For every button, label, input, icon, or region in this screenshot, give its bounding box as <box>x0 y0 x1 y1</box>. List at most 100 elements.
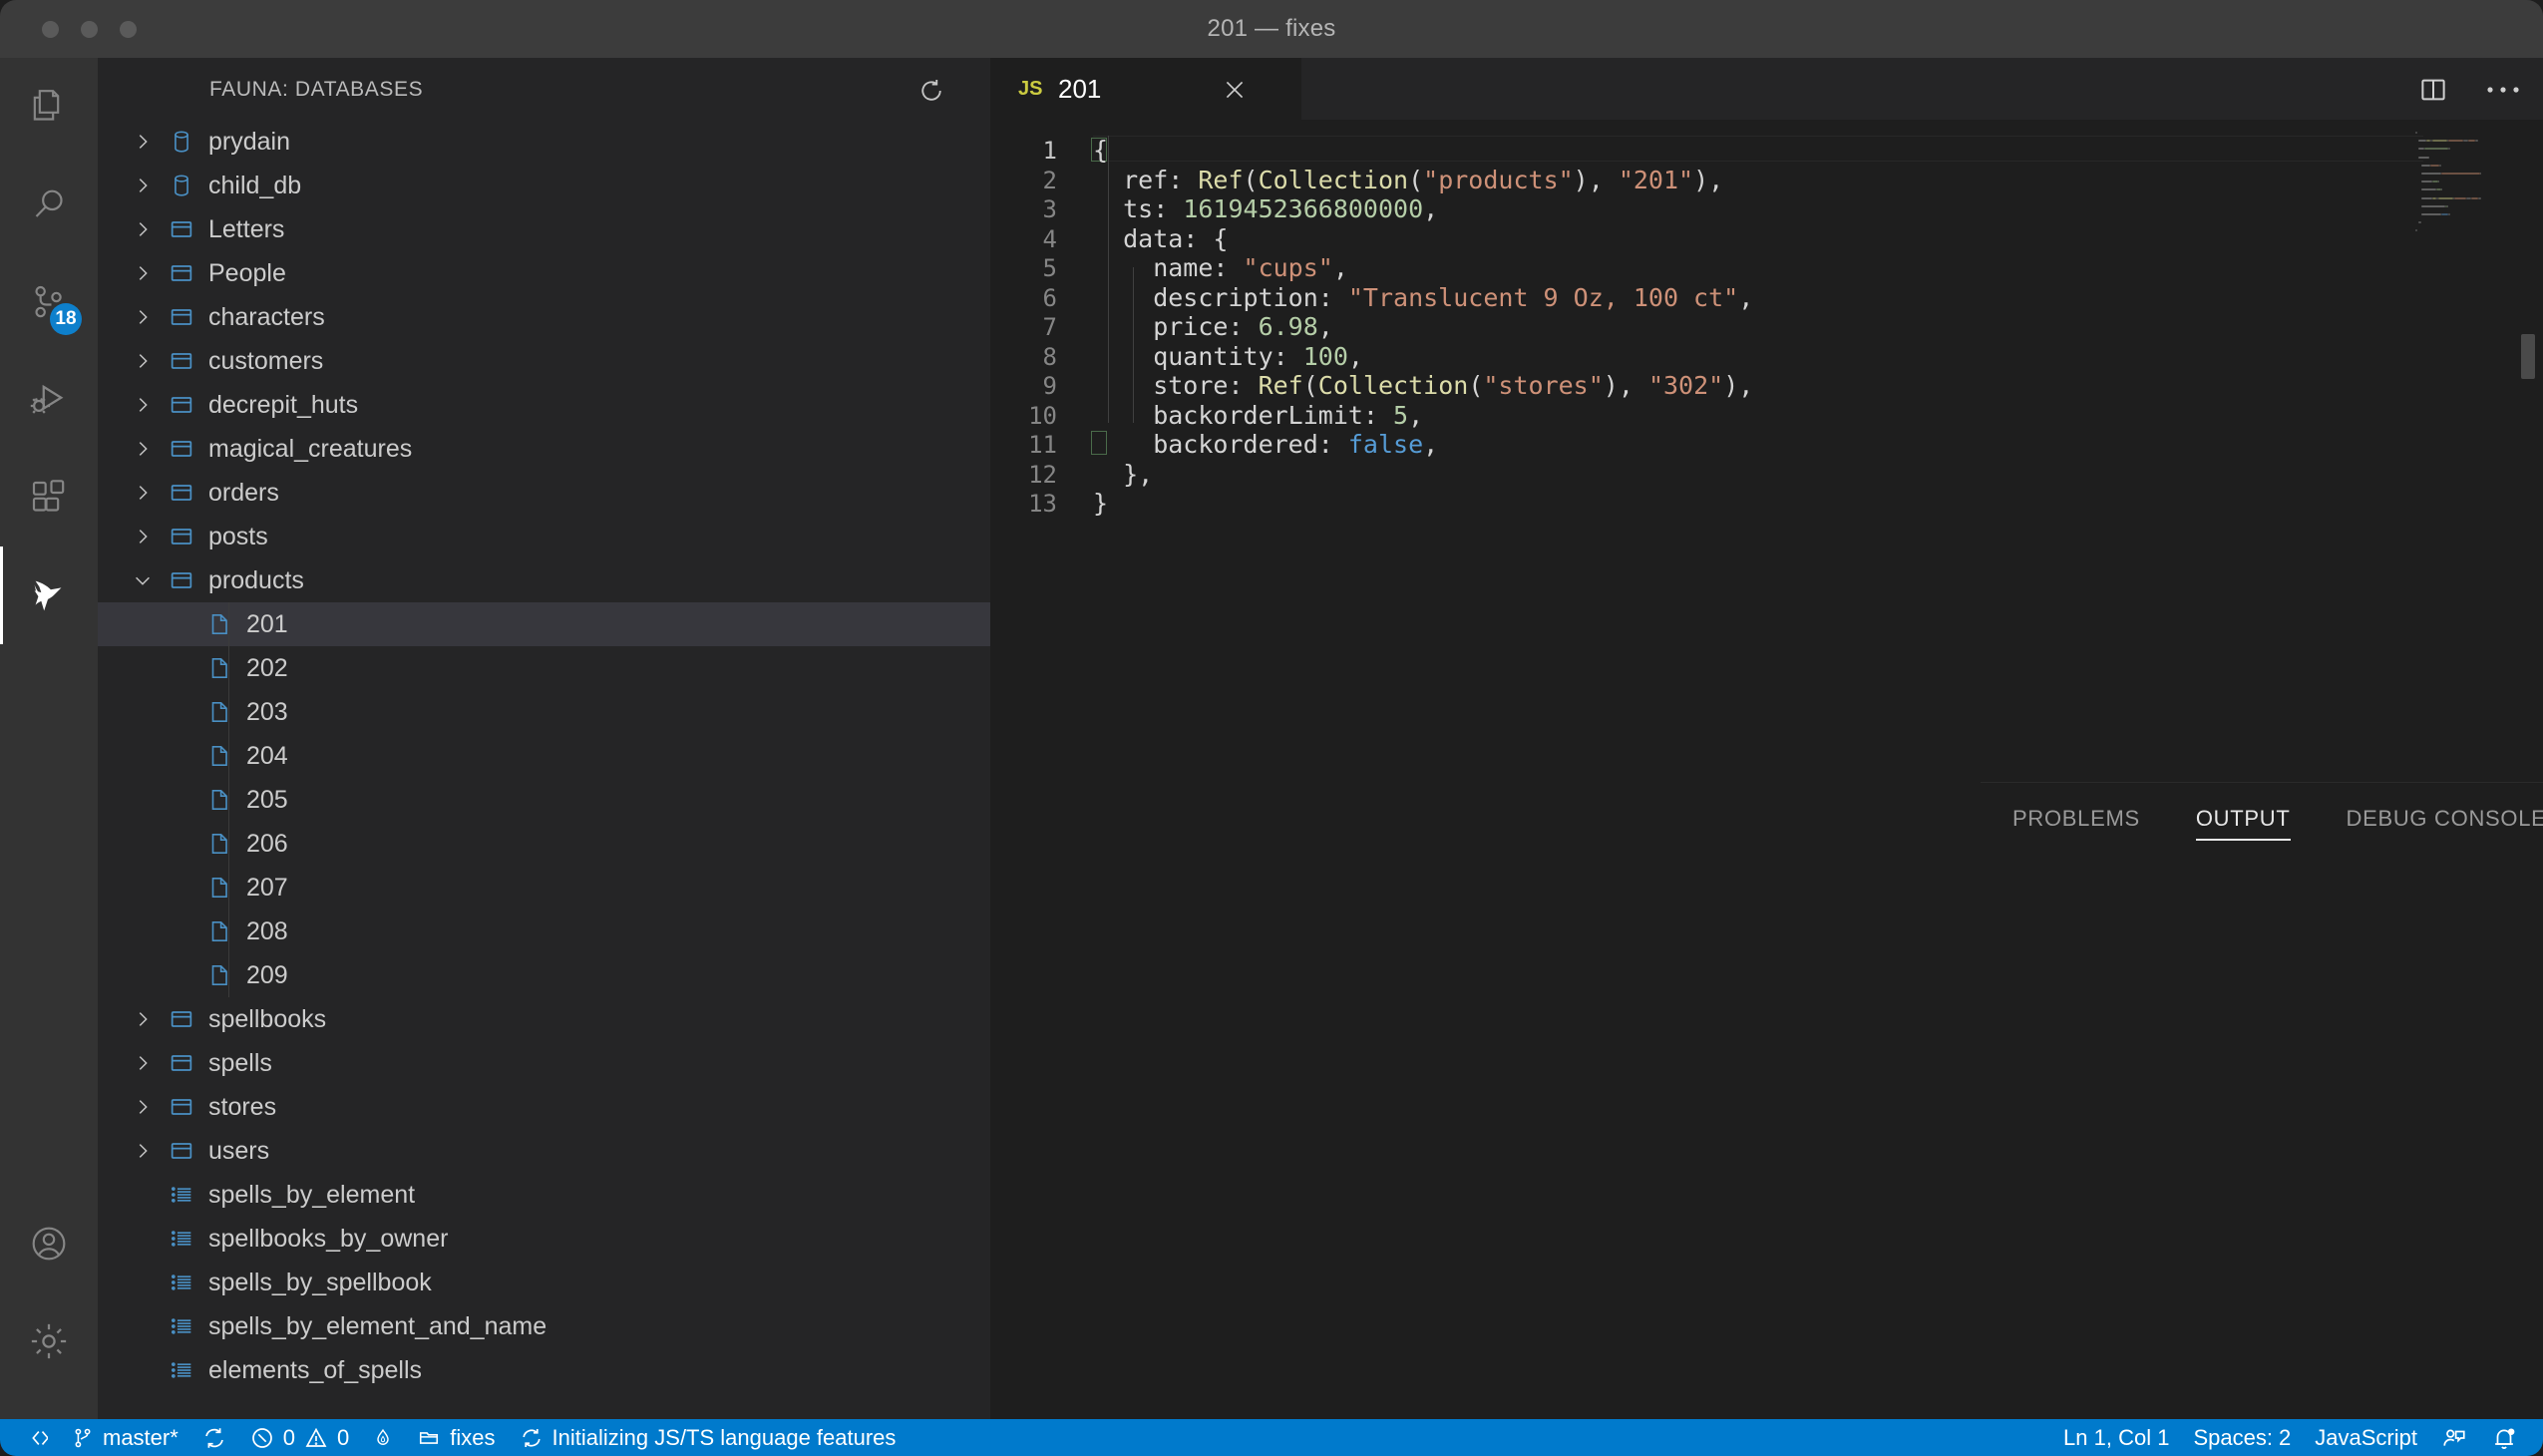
collection-icon <box>164 1041 199 1085</box>
status-cursor-position[interactable]: Ln 1, Col 1 <box>2051 1419 2181 1456</box>
language-features-label: Initializing JS/TS language features <box>551 1424 897 1450</box>
tree-item-205[interactable]: 205 <box>98 778 990 822</box>
tree-item-spells_by_element[interactable]: spells_by_element <box>98 1173 990 1217</box>
code-line: name: "cups", <box>1093 255 1348 280</box>
active-indicator <box>0 546 3 644</box>
close-icon[interactable] <box>1220 75 1250 105</box>
activity-item-explorer[interactable] <box>0 58 98 156</box>
chevron-right-icon[interactable] <box>126 207 160 251</box>
tree-item-spells_by_element_and_name[interactable]: spells_by_element_and_name <box>98 1304 990 1348</box>
activity-item-manage[interactable] <box>0 1292 98 1390</box>
tree-item-203[interactable]: 203 <box>98 690 990 734</box>
tab-label: 201 <box>1058 73 1102 104</box>
tree-item-label: People <box>208 258 286 287</box>
tree-item-spells_by_spellbook[interactable]: spells_by_spellbook <box>98 1261 990 1304</box>
active-tab-underline <box>2195 839 2291 841</box>
editor-scrollbar[interactable] <box>2521 334 2535 379</box>
status-live-share[interactable] <box>361 1419 405 1456</box>
database-tree[interactable]: prydain child_db Letters People characters cu… <box>98 120 990 1419</box>
tree-item-characters[interactable]: characters <box>98 295 990 339</box>
tree-item-209[interactable]: 209 <box>98 953 990 997</box>
chevron-right-icon[interactable] <box>126 120 160 164</box>
chevron-down-icon[interactable] <box>126 558 160 602</box>
tree-item-spells[interactable]: spells <box>98 1041 990 1085</box>
chevron-right-icon[interactable] <box>126 1085 160 1129</box>
status-problems[interactable]: 0 0 <box>238 1419 362 1456</box>
collection-icon <box>164 251 199 295</box>
tree-item-decrepit_huts[interactable]: decrepit_huts <box>98 383 990 427</box>
activity-item-accounts[interactable] <box>0 1195 98 1292</box>
status-feedback[interactable] <box>2429 1419 2479 1456</box>
tree-item-users[interactable]: users <box>98 1129 990 1173</box>
activity-item-fauna[interactable] <box>0 546 98 644</box>
tree-item-child_db[interactable]: child_db <box>98 164 990 207</box>
activity-item-search[interactable] <box>0 156 98 253</box>
tree-item-stores[interactable]: stores <box>98 1085 990 1129</box>
tree-item-Letters[interactable]: Letters <box>98 207 990 251</box>
collection-icon <box>164 383 199 427</box>
activity-item-run-and-debug[interactable] <box>0 351 98 449</box>
tree-item-204[interactable]: 204 <box>98 734 990 778</box>
minimap-line <box>2448 213 2450 215</box>
status-remote[interactable] <box>14 1419 60 1456</box>
minimap[interactable] <box>2415 132 2515 261</box>
chevron-right-icon[interactable] <box>126 471 160 515</box>
panel-tab-problems[interactable]: PROBLEMS <box>2012 783 2140 855</box>
tree-item-posts[interactable]: posts <box>98 515 990 558</box>
chevron-right-icon[interactable] <box>126 339 160 383</box>
tree-item-orders[interactable]: orders <box>98 471 990 515</box>
chevron-right-icon[interactable] <box>126 1129 160 1173</box>
chevron-right-icon[interactable] <box>126 295 160 339</box>
status-folder[interactable]: fixes <box>405 1419 507 1456</box>
code-line: store: Ref(Collection("stores"), "302"), <box>1093 373 1753 398</box>
minimap-line <box>2439 164 2441 167</box>
ellipsis-icon[interactable] <box>2483 70 2523 110</box>
code-token: ( <box>1302 371 1318 400</box>
status-sync[interactable] <box>190 1419 238 1456</box>
panel-tab-bar[interactable]: PROBLEMSOUTPUTDEBUG CONSOLETERMINAL <box>1981 783 2543 855</box>
panel-tab-debug-console[interactable]: DEBUG CONSOLE <box>2347 783 2543 855</box>
chevron-right-icon[interactable] <box>126 164 160 207</box>
status-notifications[interactable] <box>2479 1419 2529 1456</box>
document-icon <box>201 690 237 734</box>
status-indentation[interactable]: Spaces: 2 <box>2181 1419 2303 1456</box>
chevron-right-icon[interactable] <box>126 383 160 427</box>
panel-tab-output[interactable]: OUTPUT <box>2195 783 2291 855</box>
line-number: 6 <box>1042 283 1057 312</box>
tree-item-206[interactable]: 206 <box>98 822 990 866</box>
tree-item-spellbooks[interactable]: spellbooks <box>98 997 990 1041</box>
activity-item-extensions[interactable] <box>0 449 98 546</box>
tree-item-magical_creatures[interactable]: magical_creatures <box>98 427 990 471</box>
chevron-right-icon[interactable] <box>126 251 160 295</box>
split-editor-icon[interactable] <box>2413 70 2453 110</box>
activity-item-source-control[interactable]: 18 <box>0 253 98 351</box>
tree-item-208[interactable]: 208 <box>98 910 990 953</box>
output-panel-content[interactable] <box>1981 855 2543 1456</box>
tree-item-label: decrepit_huts <box>208 390 359 419</box>
tree-item-products[interactable]: products <box>98 558 990 602</box>
tree-item-201[interactable]: 201 <box>98 602 990 646</box>
tree-item-People[interactable]: People <box>98 251 990 295</box>
chevron-right-icon[interactable] <box>126 997 160 1041</box>
tree-item-spellbooks_by_owner[interactable]: spellbooks_by_owner <box>98 1217 990 1261</box>
tree-item-elements_of_spells[interactable]: elements_of_spells <box>98 1348 990 1392</box>
status-branch[interactable]: master* <box>60 1419 190 1456</box>
code-token: 100 <box>1302 341 1348 371</box>
editor-tab-201[interactable]: JS 201 <box>990 58 1301 120</box>
chevron-right-icon[interactable] <box>126 427 160 471</box>
status-language-features[interactable]: Initializing JS/TS language features <box>508 1419 908 1456</box>
code-token: ), <box>1603 371 1648 400</box>
status-language-mode[interactable]: JavaScript <box>2303 1419 2429 1456</box>
code-editor[interactable]: 1 2 3 4 5 6 7 8 9 10 11 12 13 { ref: Ref(Collection(… <box>990 120 2543 516</box>
refresh-button[interactable] <box>914 74 948 108</box>
tree-item-202[interactable]: 202 <box>98 646 990 690</box>
code-token: Ref <box>1258 371 1303 400</box>
tree-item-prydain[interactable]: prydain <box>98 120 990 164</box>
tree-item-label: stores <box>208 1092 277 1121</box>
tree-item-customers[interactable]: customers <box>98 339 990 383</box>
tree-item-207[interactable]: 207 <box>98 866 990 910</box>
chevron-right-icon[interactable] <box>126 515 160 558</box>
tree-item-label: posts <box>208 522 268 550</box>
chevron-right-icon[interactable] <box>126 1041 160 1085</box>
code-token: "stores" <box>1483 371 1604 400</box>
